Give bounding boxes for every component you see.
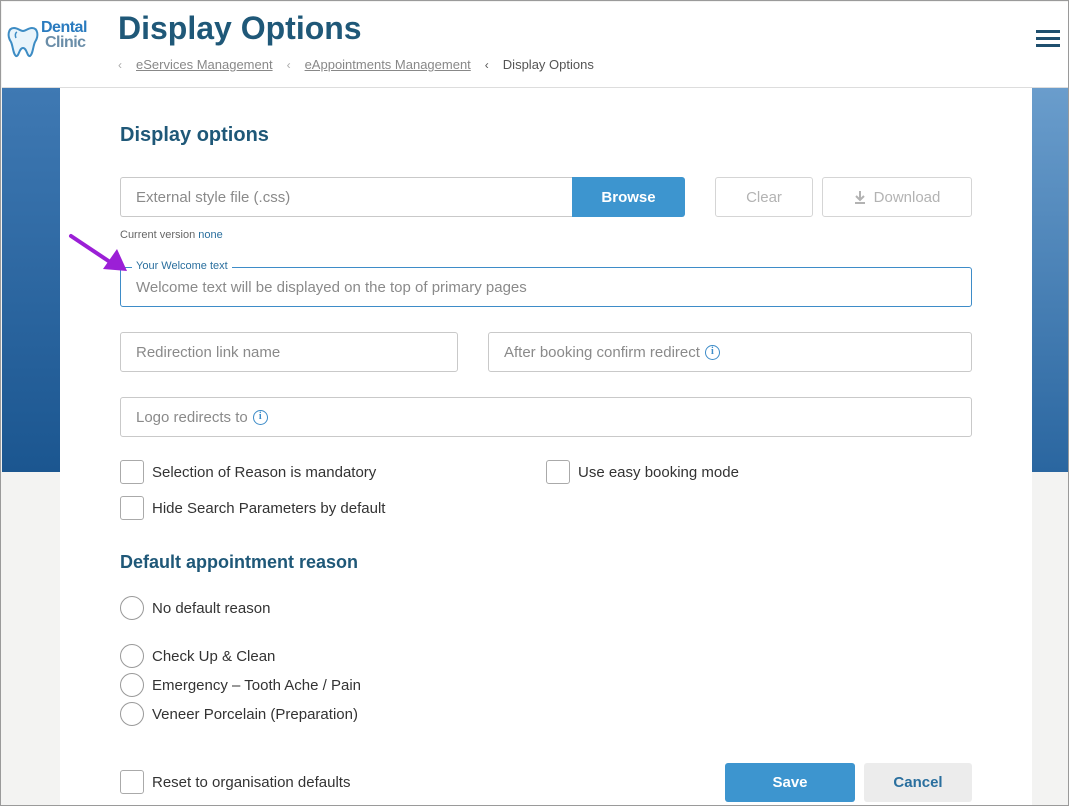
annotation-arrow-icon	[69, 234, 127, 271]
chevron-left-icon: ‹	[286, 57, 291, 72]
download-icon	[854, 191, 865, 204]
breadcrumb: ‹ eServices Management ‹ eAppointments M…	[118, 57, 594, 72]
easy-booking-label: Use easy booking mode	[578, 463, 739, 481]
reason-radio-veneer[interactable]: Veneer Porcelain (Preparation)	[120, 702, 358, 726]
chevron-left-icon: ‹	[484, 57, 489, 72]
hamburger-menu-icon[interactable]	[1036, 30, 1060, 50]
welcome-text-placeholder: Welcome text will be displayed on the to…	[136, 278, 527, 296]
radio-circle[interactable]	[120, 644, 144, 668]
chevron-left-icon: ‹	[118, 57, 122, 72]
info-icon[interactable]: i	[252, 409, 268, 425]
reason-mandatory-label: Selection of Reason is mandatory	[152, 463, 377, 481]
logo-line-2: Clinic	[45, 34, 86, 51]
radio-circle[interactable]	[120, 673, 144, 697]
tooth-icon	[7, 26, 39, 58]
clear-button[interactable]: Clear	[715, 177, 813, 217]
reason-option-label: Emergency – Tooth Ache / Pain	[152, 676, 362, 694]
style-file-input[interactable]: External style file (.css)	[120, 177, 573, 217]
breadcrumb-current: Display Options	[502, 57, 594, 72]
checkbox-box[interactable]	[120, 770, 144, 794]
hide-search-checkbox[interactable]: Hide Search Parameters by default	[120, 496, 385, 520]
right-banner	[1032, 88, 1068, 472]
style-file-placeholder: External style file (.css)	[136, 188, 291, 206]
radio-circle[interactable]	[120, 702, 144, 726]
welcome-text-input[interactable]: Welcome text will be displayed on the to…	[120, 267, 972, 307]
welcome-text-label: Your Welcome text	[132, 260, 232, 272]
breadcrumb-eservices-link[interactable]: eServices Management	[136, 57, 273, 72]
redirection-link-input[interactable]: Redirection link name	[120, 332, 458, 372]
reason-radio-emergency[interactable]: Emergency – Tooth Ache / Pain	[120, 673, 361, 697]
download-button[interactable]: Download	[822, 177, 972, 217]
clinic-logo[interactable]: Dental Clinic	[6, 16, 90, 66]
save-button[interactable]: Save	[725, 763, 855, 802]
top-header: Dental Clinic Display Options ‹ eService…	[2, 2, 1068, 88]
default-reason-heading: Default appointment reason	[120, 552, 359, 572]
cancel-button[interactable]: Cancel	[864, 763, 972, 802]
display-options-heading: Display options	[120, 124, 269, 146]
page-title: Display Options	[118, 10, 362, 46]
reason-option-label: No default reason	[152, 599, 271, 617]
breadcrumb-eappointments-link[interactable]: eAppointments Management	[305, 57, 471, 72]
reset-defaults-label: Reset to organisation defaults	[152, 773, 351, 791]
reason-radio-no-default[interactable]: No default reason	[120, 596, 270, 620]
current-version: Current version none	[120, 229, 223, 241]
checkbox-box[interactable]	[120, 460, 144, 484]
checkbox-box[interactable]	[120, 496, 144, 520]
hide-search-label: Hide Search Parameters by default	[152, 499, 386, 517]
reset-defaults-checkbox[interactable]: Reset to organisation defaults	[120, 770, 350, 794]
reason-option-label: Check Up & Clean	[152, 647, 276, 665]
app-window: Dental Clinic Display Options ‹ eService…	[0, 0, 1069, 806]
browse-button[interactable]: Browse	[572, 177, 685, 217]
checkbox-box[interactable]	[546, 460, 570, 484]
settings-card: Display options External style file (.cs…	[60, 88, 1032, 805]
left-banner	[2, 88, 60, 472]
logo-redirect-input[interactable]: Logo redirects to i	[120, 397, 972, 437]
reason-option-label: Veneer Porcelain (Preparation)	[152, 705, 358, 723]
redirection-link-placeholder: Redirection link name	[136, 343, 281, 361]
radio-circle[interactable]	[120, 596, 144, 620]
easy-booking-checkbox[interactable]: Use easy booking mode	[546, 460, 739, 484]
info-icon[interactable]: i	[704, 344, 720, 360]
current-version-label: Current version	[120, 229, 196, 241]
download-label: Download	[873, 188, 941, 206]
after-booking-redirect-input[interactable]: After booking confirm redirect i	[488, 332, 972, 372]
logo-redirect-placeholder: Logo redirects to	[136, 408, 248, 426]
reason-radio-checkup[interactable]: Check Up & Clean	[120, 644, 275, 668]
current-version-value: none	[198, 229, 223, 241]
reason-mandatory-checkbox[interactable]: Selection of Reason is mandatory	[120, 460, 376, 484]
after-booking-placeholder: After booking confirm redirect	[504, 343, 700, 361]
logo-line-1: Dental	[41, 19, 87, 36]
logo-text: Dental Clinic	[41, 19, 87, 51]
